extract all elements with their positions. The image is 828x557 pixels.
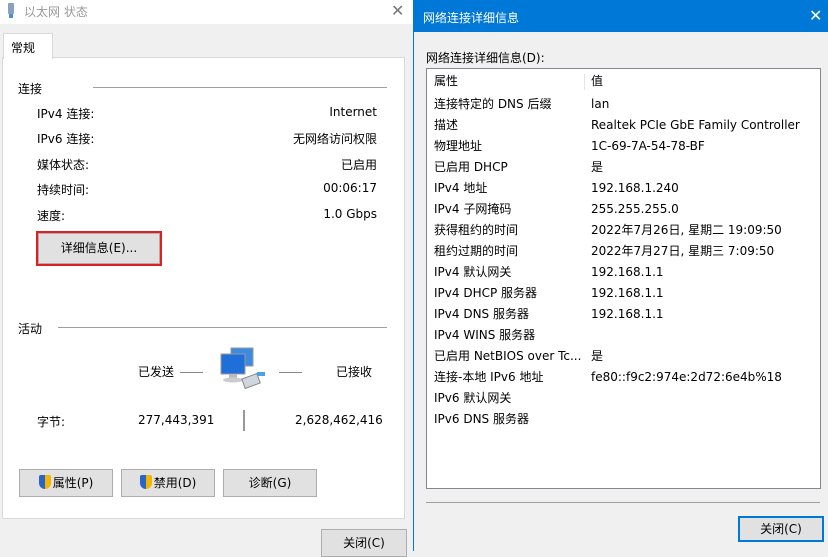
property-name: IPv6 默认网关 — [434, 391, 512, 405]
property-value: 是 — [591, 160, 604, 174]
property-name: IPv4 子网掩码 — [434, 202, 512, 216]
close-icon[interactable]: ✕ — [809, 6, 822, 25]
row-label: IPv4 连接: — [37, 107, 95, 121]
property-value: 2022年7月26日, 星期二 19:09:50 — [591, 223, 782, 237]
row-value: 00:06:17 — [323, 181, 377, 195]
close-icon[interactable]: ✕ — [391, 1, 404, 20]
property-name: IPv4 地址 — [434, 181, 488, 195]
column-header-property[interactable]: 属性 — [434, 71, 584, 92]
property-value: Realtek PCIe GbE Family Controller — [591, 118, 800, 132]
row-value: Internet — [329, 105, 377, 119]
property-name: 获得租约的时间 — [434, 223, 519, 237]
property-name: IPv4 DNS 服务器 — [434, 307, 529, 321]
activity-section-label: 活动 — [18, 322, 43, 336]
properties-button[interactable]: 属性(P) — [19, 469, 113, 497]
ipv4-row: IPv4 连接: Internet — [37, 105, 377, 123]
title-bar: 以太网 状态 ✕ — [0, 0, 413, 24]
details-button[interactable]: 详细信息(E)... — [36, 231, 162, 266]
general-panel: 连接 IPv4 连接: Internet IPv6 连接: 无网络访问权限 媒体状态… — [2, 57, 405, 519]
disable-button[interactable]: 禁用(D) — [121, 469, 215, 497]
button-label: 禁用(D) — [153, 476, 197, 490]
close-button[interactable]: 关闭(C) — [321, 529, 407, 557]
ethernet-status-window: 以太网 状态 ✕ 常规 连接 IPv4 连接: Internet IPv6 连接:… — [0, 0, 413, 557]
property-name: IPv4 DHCP 服务器 — [434, 286, 538, 300]
property-name: IPv6 DNS 服务器 — [434, 412, 529, 426]
property-value: 192.168.1.1 — [591, 286, 664, 300]
column-divider[interactable] — [584, 74, 585, 90]
diagnose-button[interactable]: 诊断(G) — [223, 469, 317, 497]
media-state-row: 媒体状态: 已启用 — [37, 156, 377, 174]
row-value: 已启用 — [340, 158, 377, 172]
row-label: 媒体状态: — [37, 158, 90, 172]
close-button[interactable]: 关闭(C) — [738, 516, 824, 542]
row-label: 速度: — [37, 209, 66, 223]
uac-shield-icon — [139, 475, 152, 489]
window-title: 网络连接详细信息 — [423, 11, 520, 25]
property-value: 1C-69-7A-54-78-BF — [591, 139, 705, 153]
property-name: 描述 — [434, 118, 459, 132]
column-header-value[interactable]: 值 — [591, 71, 603, 92]
bytes-label: 字节: — [37, 415, 66, 429]
property-value: 192.168.1.1 — [591, 265, 664, 279]
divider — [426, 502, 820, 503]
divider — [180, 372, 203, 373]
property-value: lan — [591, 97, 610, 111]
property-value: fe80::f9c2:974e:2d72:6e4b%18 — [591, 370, 782, 384]
row-value: 无网络访问权限 — [292, 132, 377, 146]
network-adapter-icon — [8, 3, 14, 18]
sent-label: 已发送 — [138, 365, 175, 379]
property-name: IPv4 默认网关 — [434, 265, 512, 279]
duration-row: 持续时间: 00:06:17 — [37, 181, 377, 199]
property-name: 连接-本地 IPv6 地址 — [434, 370, 544, 384]
property-name: 租约过期的时间 — [434, 244, 519, 258]
received-label: 已接收 — [336, 365, 373, 379]
bytes-sent-value: 277,443,391 — [138, 413, 215, 427]
property-value: 2022年7月27日, 星期三 7:09:50 — [591, 244, 775, 258]
ipv6-row: IPv6 连接: 无网络访问权限 — [37, 130, 377, 148]
property-name: 连接特定的 DNS 后缀 — [434, 97, 552, 111]
property-value: 255.255.255.0 — [591, 202, 679, 216]
property-value: 是 — [591, 349, 604, 363]
speed-row: 速度: 1.0 Gbps — [37, 207, 377, 225]
connection-section-label: 连接 — [18, 82, 43, 96]
divider — [243, 410, 245, 431]
row-label: 持续时间: — [37, 183, 90, 197]
property-name: 已启用 NetBIOS over Tc... — [434, 349, 582, 363]
network-computers-icon — [220, 347, 265, 390]
list-header: 属性 值 — [434, 71, 814, 92]
row-value: 1.0 Gbps — [323, 207, 377, 221]
divider — [279, 372, 302, 373]
divider — [93, 87, 387, 88]
property-value: 192.168.1.240 — [591, 181, 679, 195]
property-name: 物理地址 — [434, 139, 483, 153]
row-label: IPv6 连接: — [37, 132, 95, 146]
bytes-received-value: 2,628,462,416 — [295, 413, 383, 427]
divider — [58, 327, 387, 328]
button-label: 属性(P) — [52, 476, 94, 490]
details-list[interactable]: 属性 值 连接特定的 DNS 后缀 lan 描述 Realtek PCIe GbE F… — [426, 68, 821, 489]
list-label: 网络连接详细信息(D): — [426, 51, 545, 65]
property-name: 已启用 DHCP — [434, 160, 508, 174]
property-name: IPv4 WINS 服务器 — [434, 328, 536, 342]
uac-shield-icon — [38, 475, 51, 489]
tab-general[interactable]: 常规 — [3, 33, 53, 59]
title-bar: 网络连接详细信息 ✕ — [414, 0, 828, 32]
network-details-window: 网络连接详细信息 ✕ 网络连接详细信息(D): 属性 值 连接特定的 DNS 后… — [413, 0, 828, 551]
window-title: 以太网 状态 — [24, 5, 88, 19]
property-value: 192.168.1.1 — [591, 307, 664, 321]
